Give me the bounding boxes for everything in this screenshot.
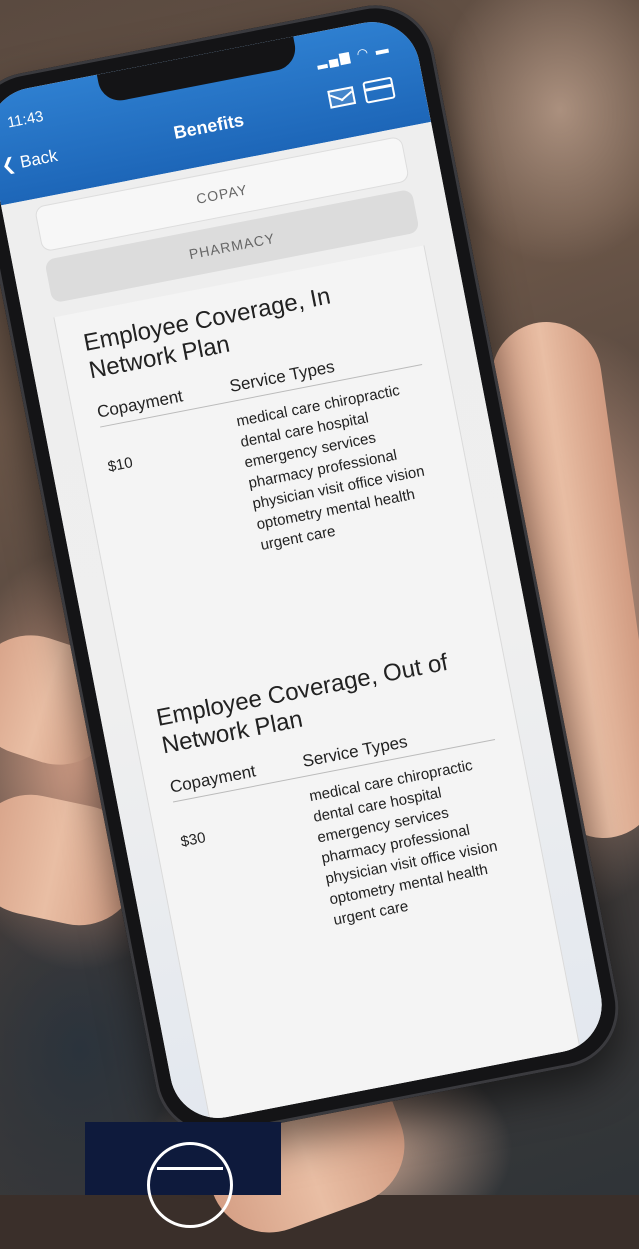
logo-line <box>157 1167 223 1170</box>
logo-icon <box>147 1142 233 1228</box>
coverage-section: Employee Coverage, In Network Plan Copay… <box>81 268 452 582</box>
status-icons: ▂▄▆ ◠ ▬ <box>315 40 392 70</box>
service-types-text: medical care chiropractic dental care ho… <box>307 756 499 929</box>
coverage-section: Employee Coverage, Out of Network Plan C… <box>154 643 525 957</box>
service-types-text: medical care chiropractic dental care ho… <box>235 381 426 554</box>
status-time: 11:43 <box>5 107 45 132</box>
copay-amount: $10 <box>106 454 135 476</box>
brand-logo <box>85 1122 281 1228</box>
